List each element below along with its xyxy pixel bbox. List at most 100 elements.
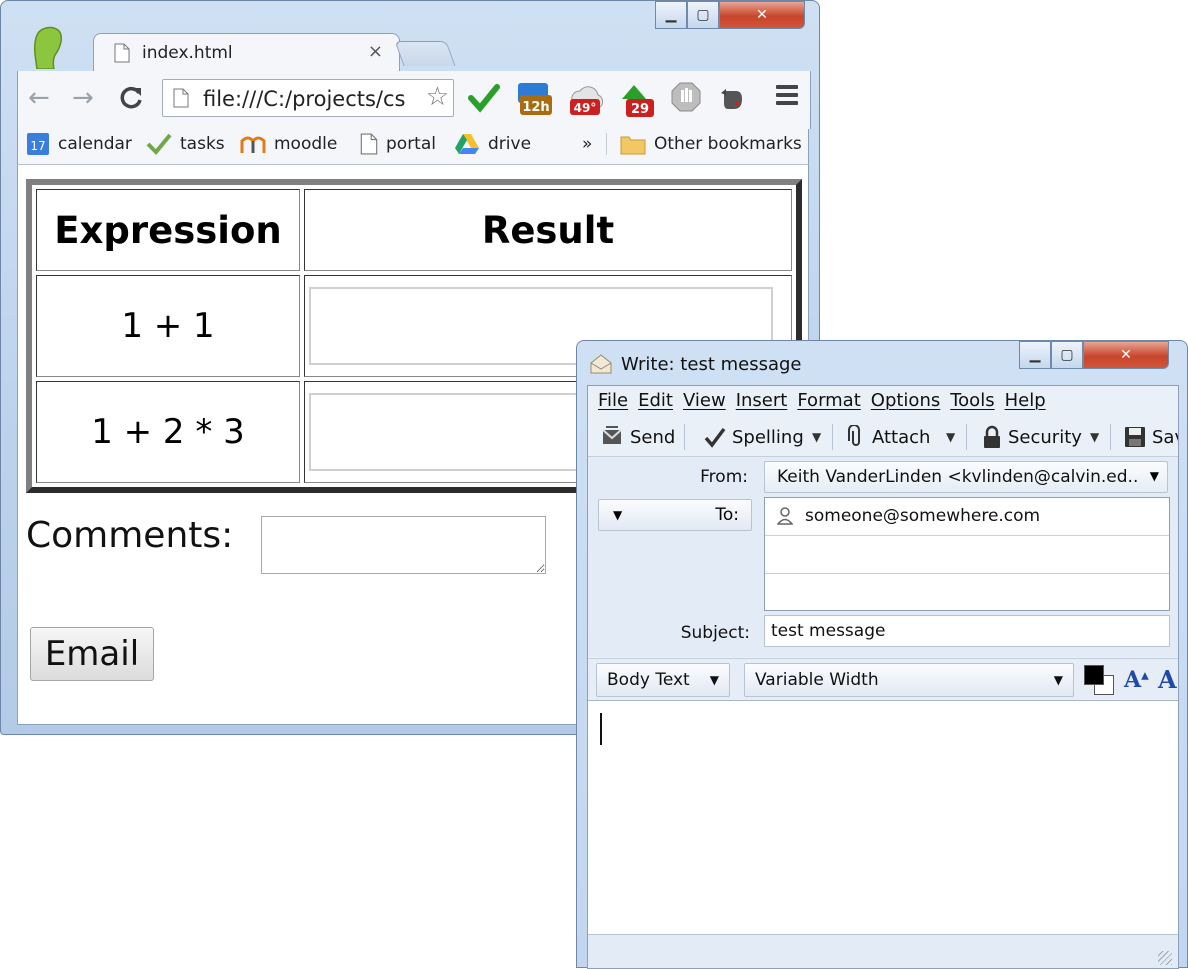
notifications-extension-icon[interactable]: 29 (618, 81, 656, 119)
chevron-down-icon: ▼ (1149, 469, 1159, 483)
url-input[interactable] (201, 84, 421, 114)
chevron-down-icon: ▼ (1053, 673, 1063, 687)
bookmark-other-bookmarks[interactable]: Other bookmarks (620, 131, 802, 157)
checkmark-icon (146, 132, 172, 156)
svg-text:17: 17 (30, 139, 45, 153)
compose-title-bar: Write: test message (589, 353, 802, 375)
email-button[interactable]: Email (30, 627, 154, 681)
reload-icon[interactable] (118, 85, 144, 111)
maximize-button[interactable]: ▢ (687, 1, 719, 29)
expression-cell: 1 + 1 (36, 275, 300, 377)
floppy-disk-icon (1124, 426, 1146, 448)
chrome-menu-icon[interactable] (776, 85, 798, 109)
profile-avatar-icon[interactable] (31, 25, 65, 69)
folder-icon (620, 133, 646, 155)
tab-close-icon[interactable]: × (368, 41, 383, 62)
close-window-button[interactable]: ✕ (719, 1, 805, 29)
toolbar-separator (684, 424, 685, 450)
moodle-icon (240, 133, 266, 155)
page-icon (360, 133, 378, 155)
menu-help[interactable]: Help (1005, 386, 1046, 418)
resize-grip-icon[interactable] (1158, 951, 1172, 965)
bookmark-label: calendar (58, 134, 132, 154)
minimize-icon: ▁ (1029, 347, 1041, 363)
minimize-button[interactable]: ▁ (1019, 341, 1051, 369)
menu-tools[interactable]: Tools (950, 386, 994, 418)
bookmark-portal[interactable]: portal (360, 131, 436, 157)
google-calendar-icon: 17 (26, 132, 50, 156)
bookmark-drive[interactable]: drive (454, 131, 531, 157)
compose-window: Write: test message ▁ ▢ ✕ File Edit View… (576, 340, 1188, 969)
decrease-font-size-icon[interactable]: A (1158, 665, 1177, 694)
security-dropdown-arrow-icon[interactable]: ▼ (1090, 430, 1099, 444)
message-body-editor[interactable] (588, 700, 1178, 935)
toolbar-separator (832, 424, 833, 450)
back-arrow-icon[interactable]: ← (28, 83, 50, 113)
bookmark-moodle[interactable]: moodle (240, 131, 337, 157)
recipient-row[interactable]: someone@somewhere.com (765, 498, 1169, 536)
minimize-button[interactable]: ▁ (655, 1, 687, 29)
menu-options[interactable]: Options (871, 386, 940, 418)
browser-toolbar: ← → ☆ 12h 49° 29 (17, 71, 811, 129)
maximize-icon: ▢ (696, 7, 710, 23)
tab-index-html[interactable]: index.html × (93, 33, 400, 72)
recipient-type-select[interactable]: ▼ To: (598, 499, 752, 531)
bookmark-tasks[interactable]: tasks (146, 131, 225, 157)
text-color-picker[interactable] (1084, 665, 1116, 695)
from-select[interactable]: Keith VanderLinden <kvlinden@calvin.ed..… (764, 461, 1168, 493)
menu-edit[interactable]: Edit (638, 386, 673, 418)
table-header-row: Expression Result (36, 189, 792, 271)
menu-insert[interactable]: Insert (736, 386, 788, 418)
compose-window-controls: ▁ ▢ ✕ (1019, 341, 1169, 369)
column-header-expression: Expression (36, 189, 300, 271)
maximize-button[interactable]: ▢ (1051, 341, 1083, 369)
minimize-icon: ▁ (665, 7, 677, 23)
compose-body: File Edit View Insert Format Options Too… (587, 385, 1179, 969)
menu-view[interactable]: View (683, 386, 726, 418)
subject-input[interactable] (764, 615, 1170, 647)
attach-dropdown-arrow-icon[interactable]: ▼ (946, 430, 955, 444)
menu-file[interactable]: File (598, 386, 628, 418)
chevron-down-icon: ▼ (709, 673, 719, 687)
text-caret (600, 713, 602, 745)
google-drive-icon (454, 133, 480, 155)
bookmarks-overflow-chevron[interactable]: » (582, 131, 592, 157)
spelling-dropdown-arrow-icon[interactable]: ▼ (812, 430, 821, 444)
new-tab-button[interactable] (394, 41, 456, 66)
security-button[interactable]: Security (982, 422, 1082, 452)
evernote-extension-icon[interactable] (718, 85, 746, 113)
forward-arrow-icon[interactable]: → (72, 83, 94, 113)
bookmark-label: drive (488, 134, 532, 154)
recipient-row[interactable] (765, 536, 1169, 574)
spelling-button[interactable]: Spelling (704, 422, 804, 452)
save-button[interactable]: Sav (1124, 422, 1178, 452)
send-button[interactable]: Send (600, 422, 675, 452)
text-color-swatch[interactable] (1084, 665, 1104, 685)
address-header: From: Keith VanderLinden <kvlinden@calvi… (588, 456, 1178, 657)
recipient-address[interactable]: someone@somewhere.com (805, 506, 1040, 526)
close-icon: ✕ (1120, 347, 1132, 363)
spelling-label: Spelling (732, 426, 804, 448)
close-window-button[interactable]: ✕ (1083, 341, 1169, 369)
stop-hand-extension-icon[interactable] (670, 81, 702, 113)
green-check-extension-icon[interactable] (468, 83, 500, 113)
font-select[interactable]: Variable Width ▼ (744, 663, 1074, 697)
increase-font-size-icon[interactable]: A▲ (1124, 667, 1149, 693)
page-icon (173, 88, 189, 108)
svg-text:12h: 12h (522, 100, 549, 115)
font-value: Variable Width (755, 670, 879, 690)
page-icon (114, 43, 130, 63)
bookmark-label: tasks (180, 134, 225, 154)
from-value: Keith VanderLinden <kvlinden@calvin.ed..… (777, 467, 1137, 487)
calendar-12h-extension-icon[interactable]: 12h (516, 81, 552, 119)
weather-extension-icon[interactable]: 49° (566, 81, 604, 119)
comments-textarea[interactable] (261, 516, 546, 574)
attach-button[interactable]: Attach (846, 422, 930, 452)
paragraph-format-select[interactable]: Body Text ▼ (596, 663, 730, 697)
menu-format[interactable]: Format (797, 386, 860, 418)
bookmark-calendar[interactable]: 17 calendar (26, 131, 132, 157)
address-bar[interactable]: ☆ (162, 79, 454, 117)
bookmark-star-icon[interactable]: ☆ (426, 82, 449, 112)
save-label: Sav (1152, 426, 1178, 448)
recipient-row[interactable] (765, 574, 1169, 611)
